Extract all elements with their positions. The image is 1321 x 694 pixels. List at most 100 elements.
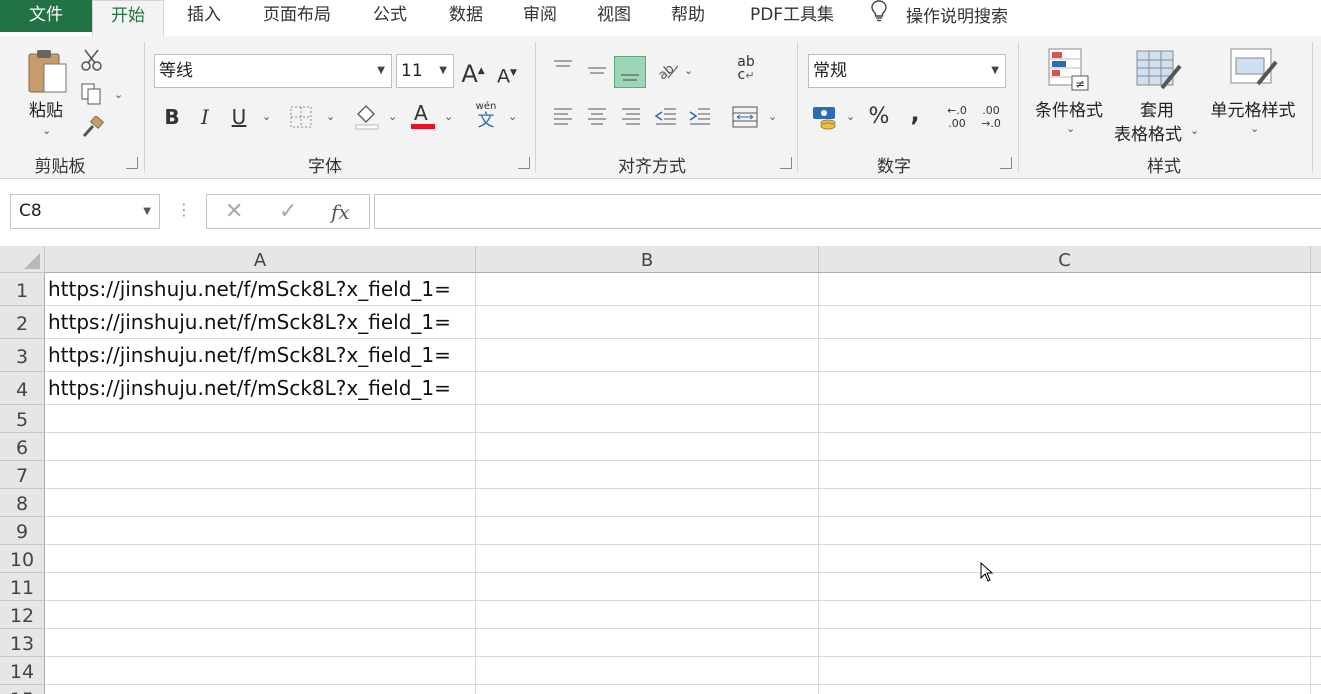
formula-bar-grip-icon[interactable]: ⋮ — [176, 200, 192, 219]
percent-style-button[interactable]: % — [866, 102, 892, 132]
increase-decimal-icon[interactable]: ←.0 .00 — [942, 104, 972, 130]
underline-button[interactable]: U — [226, 102, 252, 132]
align-top-icon[interactable] — [552, 58, 574, 82]
paste-dropdown-icon[interactable]: ⌄ — [42, 124, 51, 137]
orientation-dropdown-icon[interactable]: ⌄ — [684, 64, 693, 77]
tab-insert[interactable]: 插入 — [176, 0, 232, 32]
formula-input[interactable] — [374, 194, 1321, 229]
cell-a1[interactable]: https://jinshuju.net/f/mSck8L?x_field_1= — [48, 277, 451, 301]
underline-dropdown-icon[interactable]: ⌄ — [262, 110, 271, 123]
tab-home[interactable]: 开始 — [92, 0, 164, 37]
tab-data[interactable]: 数据 — [438, 0, 494, 32]
cell-a4[interactable]: https://jinshuju.net/f/mSck8L?x_field_1= — [48, 376, 451, 400]
row-header[interactable]: 8 — [0, 489, 45, 517]
row-header[interactable]: 9 — [0, 517, 45, 545]
font-color-dropdown-icon[interactable]: ⌄ — [444, 110, 453, 123]
cell-a3[interactable]: https://jinshuju.net/f/mSck8L?x_field_1= — [48, 343, 451, 367]
select-all-button[interactable] — [0, 246, 45, 273]
row-header[interactable]: 10 — [0, 545, 45, 573]
column-header-b[interactable]: B — [476, 246, 819, 273]
cell-styles-button[interactable]: 单元格样式 — [1206, 96, 1300, 121]
merge-center-icon[interactable] — [732, 106, 758, 132]
format-as-table-icon[interactable] — [1136, 50, 1182, 98]
merge-dropdown-icon[interactable]: ⌄ — [768, 110, 777, 123]
grow-font-button[interactable]: A▲ — [460, 56, 486, 88]
row-header[interactable]: 3 — [0, 339, 45, 372]
align-bottom-icon[interactable] — [614, 56, 646, 88]
borders-dropdown-icon[interactable]: ⌄ — [326, 110, 335, 123]
font-size-select[interactable]: 11 ▼ — [396, 54, 454, 88]
fill-color-icon[interactable] — [354, 102, 380, 134]
decrease-indent-icon[interactable] — [654, 106, 678, 132]
number-format-select[interactable]: 常规 ▼ — [808, 54, 1006, 88]
tell-me-search[interactable]: 操作说明搜索 — [868, 0, 1038, 32]
cell-a2[interactable]: https://jinshuju.net/f/mSck8L?x_field_1= — [48, 310, 451, 334]
row-header[interactable]: 7 — [0, 461, 45, 489]
comma-style-button[interactable]: , — [902, 98, 928, 128]
decrease-decimal-icon[interactable]: .00 →.0 — [976, 104, 1006, 130]
row-header[interactable]: 15 — [0, 685, 45, 694]
paste-button[interactable]: 粘贴 — [24, 96, 68, 121]
tab-file[interactable]: 文件 — [0, 0, 92, 32]
row-header[interactable]: 13 — [0, 629, 45, 657]
increase-indent-icon[interactable] — [688, 106, 712, 132]
phonetic-guide-icon[interactable]: wén 文 — [472, 102, 500, 131]
column-header-c[interactable]: C — [819, 246, 1311, 273]
wrap-text-icon[interactable]: ab c↵ — [734, 55, 758, 82]
number-launcher-icon[interactable] — [1000, 157, 1012, 169]
accounting-format-icon[interactable] — [812, 104, 840, 134]
cancel-icon[interactable]: ✕ — [225, 199, 243, 224]
copy-dropdown-icon[interactable]: ⌄ — [114, 88, 123, 101]
row-header[interactable]: 4 — [0, 372, 45, 405]
cell-styles-dropdown-icon[interactable]: ⌄ — [1250, 122, 1259, 135]
phonetic-dropdown-icon[interactable]: ⌄ — [508, 110, 517, 123]
format-painter-icon[interactable] — [80, 115, 105, 144]
row-header[interactable]: 1 — [0, 273, 45, 306]
borders-icon[interactable] — [290, 106, 312, 132]
row-header[interactable]: 6 — [0, 433, 45, 461]
tab-formulas[interactable]: 公式 — [362, 0, 418, 32]
conditional-dropdown-icon[interactable]: ⌄ — [1066, 122, 1075, 135]
align-middle-icon[interactable] — [586, 62, 608, 86]
row-header[interactable]: 5 — [0, 405, 45, 433]
clipboard-launcher-icon[interactable] — [126, 157, 138, 169]
format-as-table-line2[interactable]: 表格格式 — [1110, 120, 1186, 145]
row-header[interactable]: 14 — [0, 657, 45, 685]
gridline — [45, 600, 1321, 601]
font-launcher-icon[interactable] — [518, 157, 530, 169]
cell-styles-icon[interactable] — [1230, 48, 1278, 96]
shrink-font-button[interactable]: A▼ — [494, 58, 520, 88]
tab-view[interactable]: 视图 — [586, 0, 642, 32]
name-box[interactable]: C8 ▼ — [10, 194, 160, 229]
fill-color-dropdown-icon[interactable]: ⌄ — [388, 110, 397, 123]
format-as-table-line1[interactable]: 套用 — [1128, 96, 1186, 121]
row-header[interactable]: 12 — [0, 601, 45, 629]
column-header-d[interactable] — [1311, 246, 1321, 273]
align-right-icon[interactable] — [620, 106, 642, 132]
orientation-icon[interactable]: ab — [655, 60, 680, 86]
tab-page-layout[interactable]: 页面布局 — [252, 0, 342, 32]
row-header[interactable]: 2 — [0, 306, 45, 339]
paste-icon[interactable] — [26, 48, 70, 98]
tab-review[interactable]: 审阅 — [512, 0, 568, 32]
enter-check-icon[interactable]: ✓ — [279, 199, 297, 224]
tab-help[interactable]: 帮助 — [660, 0, 716, 32]
align-center-icon[interactable] — [586, 106, 608, 132]
font-name-select[interactable]: 等线 ▼ — [154, 54, 392, 88]
insert-function-icon[interactable]: fx — [331, 200, 350, 224]
row-header[interactable]: 11 — [0, 573, 45, 601]
font-color-icon[interactable]: A — [410, 100, 436, 134]
copy-icon[interactable] — [80, 82, 104, 110]
column-header-a[interactable]: A — [45, 246, 476, 273]
conditional-formatting-icon[interactable]: ≠ — [1048, 48, 1090, 96]
worksheet-grid[interactable]: A B C 1 2 3 4 5 6 7 8 9 10 11 12 13 14 1… — [0, 246, 1321, 694]
tab-pdf-tools[interactable]: PDF工具集 — [740, 0, 844, 32]
format-table-dropdown-icon[interactable]: ⌄ — [1190, 124, 1199, 137]
italic-button[interactable]: I — [192, 102, 218, 132]
align-left-icon[interactable] — [552, 106, 574, 132]
bold-button[interactable]: B — [159, 102, 185, 132]
alignment-launcher-icon[interactable] — [780, 157, 792, 169]
cut-icon[interactable] — [80, 48, 104, 76]
conditional-formatting-button[interactable]: 条件格式 — [1028, 96, 1110, 121]
accounting-dropdown-icon[interactable]: ⌄ — [846, 110, 855, 123]
